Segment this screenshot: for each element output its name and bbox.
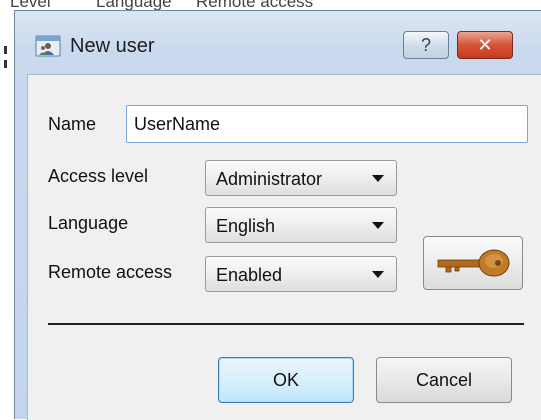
ok-button[interactable]: OK: [218, 357, 354, 403]
background-window-edge: [0, 14, 14, 419]
name-label: Name: [48, 114, 97, 134]
new-user-dialog: New user ? ✕ Name UserName Access level …: [14, 10, 541, 420]
remote-access-value: Enabled: [216, 265, 283, 285]
cancel-button[interactable]: Cancel: [376, 357, 512, 403]
user-window-icon: [35, 35, 61, 57]
dialog-title: New user: [70, 35, 155, 57]
remote-access-dropdown[interactable]: Enabled: [205, 256, 397, 292]
key-icon: [437, 249, 510, 277]
chevron-down-icon: [372, 222, 384, 229]
language-label: Language: [48, 213, 129, 233]
help-button[interactable]: ?: [403, 31, 449, 59]
separator-line: [48, 323, 524, 325]
access-level-dropdown[interactable]: Administrator: [205, 160, 397, 196]
access-level-label: Access level: [48, 166, 149, 186]
language-value: English: [216, 216, 276, 236]
chevron-down-icon: [372, 271, 384, 278]
close-button[interactable]: ✕: [457, 31, 513, 59]
access-level-value: Administrator: [216, 169, 323, 189]
chevron-down-icon: [372, 175, 384, 182]
close-icon: ✕: [477, 35, 493, 55]
dialog-client-area: Name UserName Access level Administrator…: [27, 74, 541, 420]
language-dropdown[interactable]: English: [205, 207, 397, 243]
title-bar[interactable]: New user ? ✕: [15, 11, 541, 71]
password-key-button[interactable]: [423, 236, 523, 290]
remote-access-label: Remote access: [48, 262, 173, 282]
name-field[interactable]: UserName: [126, 105, 528, 143]
